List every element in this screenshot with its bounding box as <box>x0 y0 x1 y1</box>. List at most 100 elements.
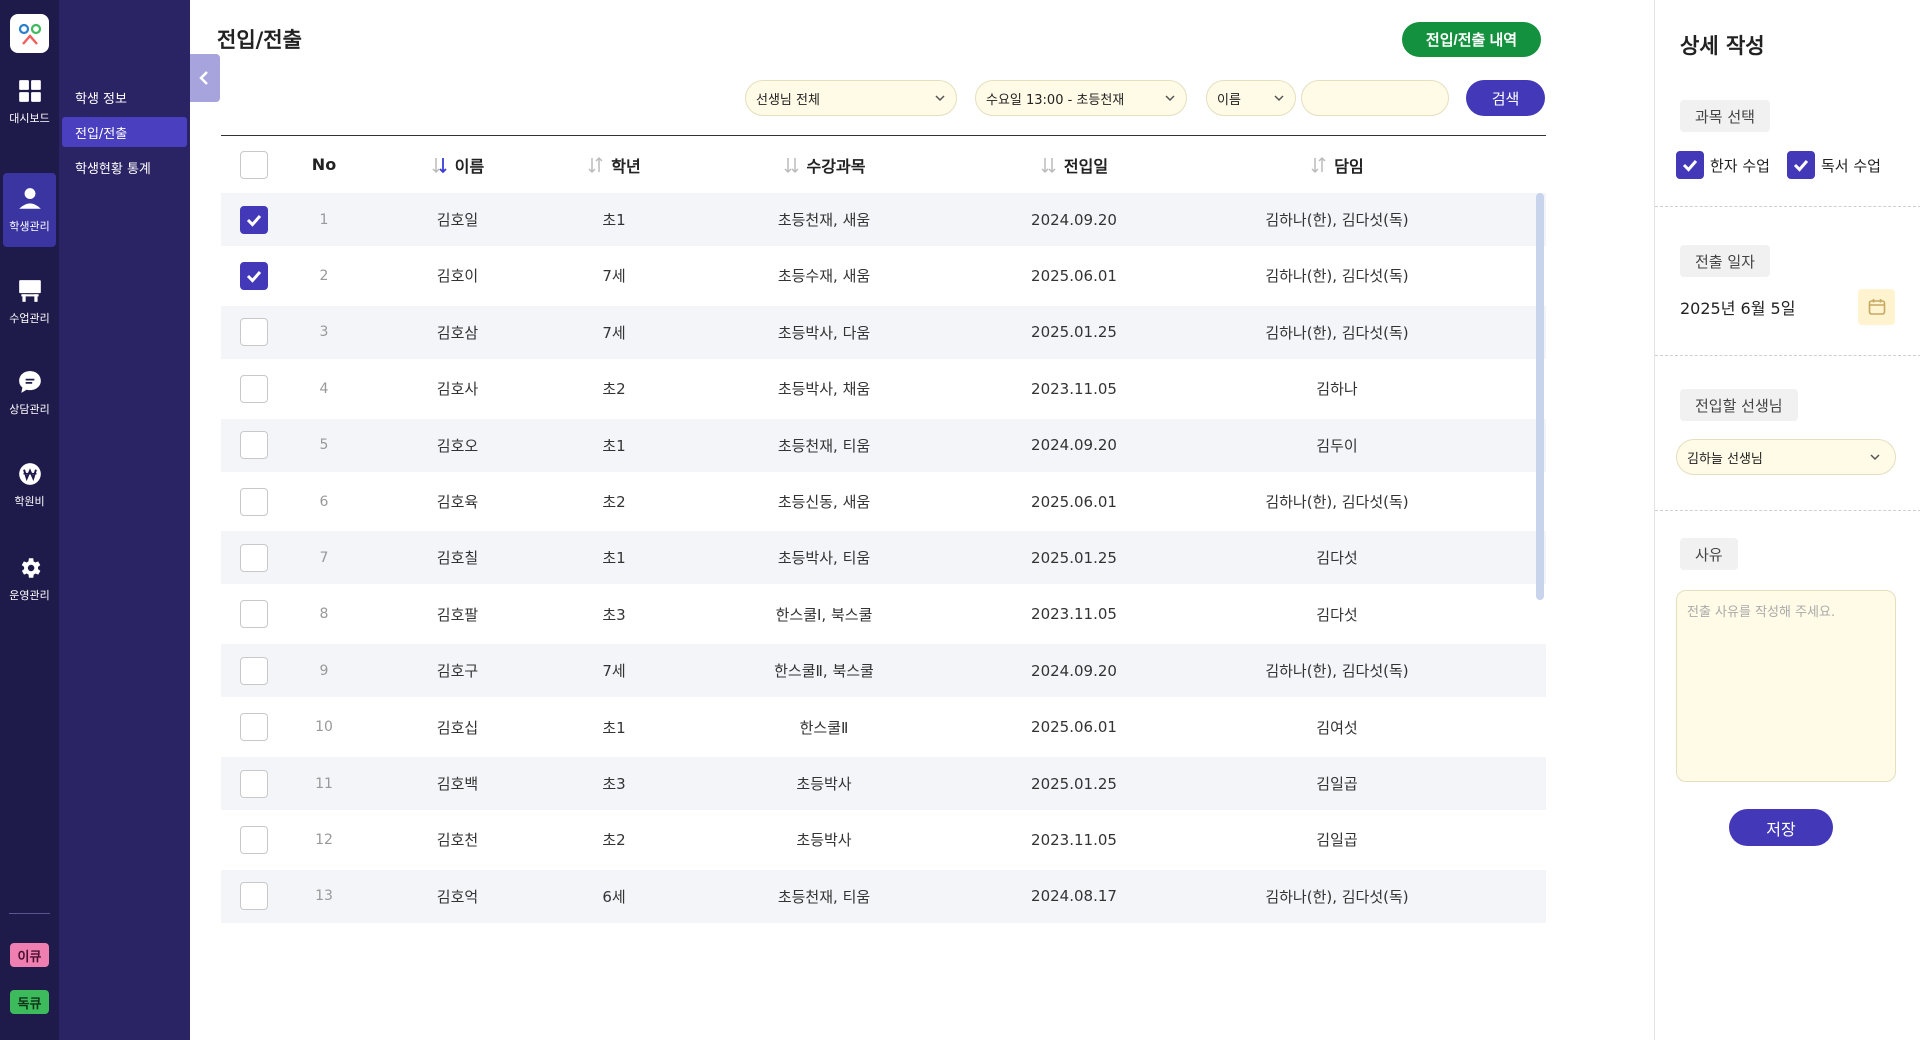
cell-teacher: 김하나(한), 김다섯(독) <box>1265 211 1409 229</box>
rail-item-student[interactable]: 학생관리 <box>3 173 56 247</box>
subject-hanja-checkbox[interactable]: 한자 수업 <box>1676 151 1770 179</box>
cell-teacher: 김다섯 <box>1316 549 1358 568</box>
cell-name: 김호억 <box>436 887 479 906</box>
rail-item-operation[interactable]: 운영관리 <box>3 542 56 616</box>
reason-textarea[interactable] <box>1676 590 1896 782</box>
cell-teacher: 김여섯 <box>1316 718 1358 737</box>
row-checkbox[interactable] <box>240 656 268 685</box>
search-button[interactable]: 검색 <box>1466 80 1545 116</box>
table-row[interactable]: 9 김호구 7세 한스쿨Ⅱ, 북스쿨 2024.09.20 김하나(한), 김다섯(독) <box>221 644 1546 698</box>
submenu-item-transfer[interactable]: 전입/전출 <box>62 117 187 147</box>
save-button[interactable]: 저장 <box>1729 809 1833 846</box>
row-checkbox[interactable] <box>240 318 268 347</box>
row-checkbox[interactable] <box>240 261 268 290</box>
cell-name: 김호팔 <box>436 605 479 624</box>
row-checkbox[interactable] <box>240 769 268 798</box>
table-row[interactable]: 5 김호오 초1 초등천재, 티움 2024.09.20 김두이 <box>221 418 1546 472</box>
transfer-date-label: 전출 일자 <box>1680 245 1770 277</box>
table-scrollbar[interactable] <box>1536 193 1544 600</box>
cell-name: 김호삼 <box>436 323 479 342</box>
cell-course: 한스쿨Ⅱ, 북스쿨 <box>774 662 874 681</box>
submenu-item-stats[interactable]: 학생현황 통계 <box>62 152 187 182</box>
row-checkbox[interactable] <box>240 882 268 911</box>
cell-date: 2024.09.20 <box>1031 210 1117 229</box>
cell-select <box>221 193 287 246</box>
subject-reading-checkbox[interactable]: 독서 수업 <box>1787 151 1881 179</box>
rail-item-fee[interactable]: 학원비 <box>3 448 56 522</box>
check-icon <box>246 270 262 283</box>
transfer-teacher-select[interactable]: 김하늘 선생님 <box>1676 439 1896 475</box>
cell-select <box>221 531 287 584</box>
chevron-down-icon <box>1273 92 1285 104</box>
cell-no: 12 <box>315 831 333 848</box>
table-row[interactable]: 13 김호억 6세 초등천재, 티움 2024.08.17 김하나(한), 김다섯(독) <box>221 869 1546 923</box>
row-checkbox[interactable] <box>240 825 268 854</box>
table-row[interactable]: 6 김호육 초2 초등신동, 새움 2025.06.01 김하나(한), 김다섯(독) <box>221 475 1546 528</box>
row-checkbox[interactable] <box>240 487 268 516</box>
checkbox[interactable] <box>1787 151 1815 179</box>
cell-date: 2025.01.25 <box>1031 323 1117 342</box>
tag-equ[interactable]: 이큐 <box>10 943 49 967</box>
calendar-button[interactable] <box>1858 289 1895 325</box>
search-input[interactable] <box>1301 80 1449 116</box>
cell-grade: 초2 <box>602 493 626 511</box>
column-header-name[interactable]: 이름 <box>361 136 554 193</box>
table-row[interactable]: 10 김호십 초1 한스쿨Ⅱ 2025.06.01 김여섯 <box>221 701 1546 754</box>
cell-no: 6 <box>319 493 329 510</box>
checkbox[interactable] <box>1676 151 1704 179</box>
rail-item-dashboard[interactable]: 대시보드 <box>3 65 56 139</box>
icon-rail: 대시보드 학생관리 수업관리 상담관리 학원비 운영관리 이큐 독큐 <box>0 0 59 1040</box>
table-row[interactable]: 12 김호천 초2 초등박사 2023.11.05 김일곱 <box>221 813 1546 866</box>
table-row[interactable]: 8 김호팔 초3 한스쿨Ⅰ, 북스쿨 2023.11.05 김다섯 <box>221 588 1546 641</box>
rail-item-consult[interactable]: 상담관리 <box>3 356 56 430</box>
row-checkbox[interactable] <box>240 205 268 234</box>
cell-name: 김호사 <box>436 380 479 399</box>
column-header-label: No <box>311 155 337 174</box>
table-row[interactable]: 7 김호칠 초1 초등박사, 티움 2025.01.25 김다섯 <box>221 531 1546 585</box>
tag-dokq[interactable]: 독큐 <box>10 990 49 1014</box>
row-checkbox[interactable] <box>240 543 268 572</box>
detail-panel-title: 상세 작성 <box>1680 34 1765 58</box>
app-logo[interactable] <box>10 14 49 53</box>
submenu-item-student-info[interactable]: 학생 정보 <box>62 82 187 112</box>
column-header-course[interactable]: 수강과목 <box>674 136 974 193</box>
search-field-select[interactable]: 이름 <box>1206 80 1296 116</box>
row-checkbox[interactable] <box>240 431 268 460</box>
transfer-teacher-label: 전입할 선생님 <box>1680 389 1798 421</box>
collapse-sidebar-button[interactable] <box>190 54 220 102</box>
check-icon <box>1682 160 1698 172</box>
column-header-teacher[interactable]: 담임 <box>1174 136 1500 193</box>
reason-label: 사유 <box>1680 538 1738 570</box>
cell-date: 2024.09.20 <box>1031 661 1117 680</box>
cell-name: 김호육 <box>436 493 479 511</box>
table-row[interactable]: 2 김호이 7세 초등수재, 새움 2025.06.01 김하나(한), 김다섯(독) <box>221 249 1546 302</box>
table-header: No 이름 학년 수강과목 전입일 담임 <box>221 136 1546 193</box>
table-row[interactable]: 4 김호사 초2 초등박사, 채움 2023.11.05 김하나 <box>221 362 1546 415</box>
row-checkbox[interactable] <box>240 600 268 629</box>
chevron-down-icon <box>1164 92 1176 104</box>
table-row[interactable]: 11 김호백 초3 초등박사 2025.01.25 김일곱 <box>221 757 1546 810</box>
transfer-history-button[interactable]: 전입/전출 내역 <box>1402 22 1541 57</box>
row-checkbox[interactable] <box>240 713 268 742</box>
select-all-checkbox[interactable] <box>240 150 268 179</box>
rail-item-label: 학생관리 <box>9 220 50 233</box>
class-filter-select[interactable]: 수요일 13:00 - 초등천재 <box>975 80 1187 116</box>
cell-grade: 7세 <box>602 267 626 286</box>
detail-panel: 상세 작성 과목 선택 한자 수업 독서 수업 전출 일자 2025년 6월 5… <box>1654 0 1920 1040</box>
rail-item-class[interactable]: 수업관리 <box>3 265 56 339</box>
table-row[interactable]: 1 김호일 초1 초등천재, 새움 2024.09.20 김하나(한), 김다섯(독) <box>221 193 1546 246</box>
cell-course: 초등박사, 다움 <box>777 323 871 342</box>
row-checkbox[interactable] <box>240 374 268 403</box>
cell-course: 한스쿨Ⅰ, 북스쿨 <box>775 605 873 624</box>
teacher-filter-select[interactable]: 선생님 전체 <box>745 80 957 116</box>
cell-no: 1 <box>319 211 329 228</box>
column-header-grade[interactable]: 학년 <box>554 136 674 193</box>
cell-no: 13 <box>315 888 333 905</box>
table-row[interactable]: 3 김호삼 7세 초등박사, 다움 2025.01.25 김하나(한), 김다섯(독) <box>221 305 1546 359</box>
cell-select <box>221 757 287 810</box>
column-header-date[interactable]: 전입일 <box>974 136 1174 193</box>
column-header-label: 수강과목 <box>806 156 866 176</box>
rail-divider <box>9 913 50 914</box>
sort-icon <box>587 156 605 174</box>
cell-course: 초등천재, 새움 <box>777 211 871 229</box>
